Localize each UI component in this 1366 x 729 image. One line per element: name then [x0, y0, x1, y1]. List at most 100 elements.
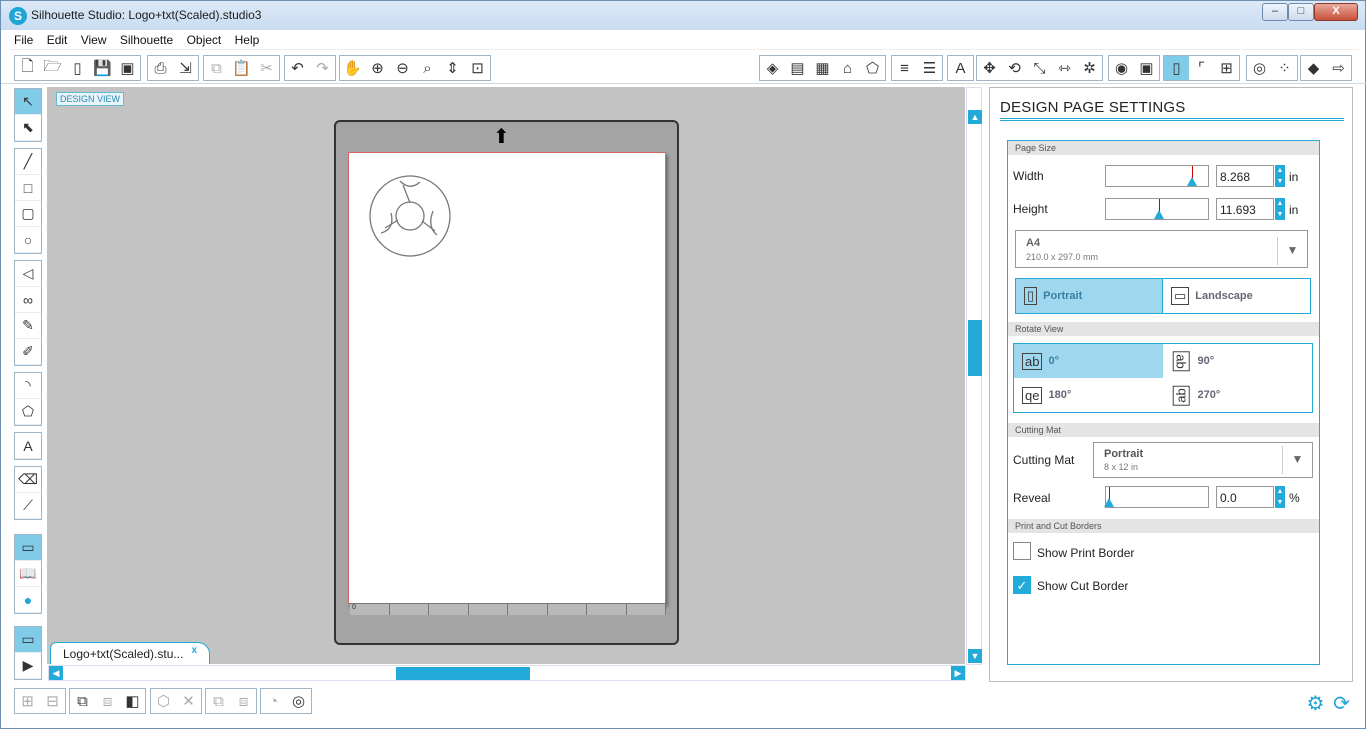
shapes-library-icon[interactable]: ⬠ [860, 56, 885, 80]
align-icon[interactable]: ✥ [977, 56, 1002, 80]
cut-settings-icon[interactable]: ◎ [1247, 56, 1272, 80]
print-icon[interactable]: ⎙ [148, 56, 173, 80]
refresh-icon[interactable]: ⟳ [1329, 691, 1354, 715]
registration-marks-icon[interactable]: ⌜ [1189, 56, 1214, 80]
reveal-slider[interactable] [1104, 486, 1209, 508]
width-slider-handle[interactable] [1187, 177, 1197, 186]
open-file-icon[interactable]: 🗁 [40, 56, 65, 80]
copy-icon[interactable]: ⧉ [204, 56, 229, 80]
maximize-button[interactable]: □ [1288, 3, 1314, 21]
knife-tool-icon[interactable]: ⟋ [15, 493, 41, 519]
menu-silhouette[interactable]: Silhouette [115, 31, 178, 49]
width-spinner[interactable]: ▲ ▼ [1275, 165, 1285, 187]
grid-settings-icon[interactable]: ⊞ [1214, 56, 1239, 80]
fill-color-icon[interactable]: ◈ [760, 56, 785, 80]
weld-icon[interactable]: ⬡ [151, 689, 176, 713]
scale-icon[interactable]: ⤡ [1027, 56, 1052, 80]
menu-object[interactable]: Object [182, 31, 227, 49]
send-to-cutter-icon[interactable]: ⇲ [173, 56, 198, 80]
smooth-freehand-icon[interactable]: ✐ [15, 339, 41, 365]
curve-tool-icon[interactable]: ∞ [15, 287, 41, 313]
pattern-fill-icon[interactable]: ▦ [810, 56, 835, 80]
send-to-back-icon[interactable]: ⧈ [231, 689, 256, 713]
menu-file[interactable]: File [9, 31, 38, 49]
arc-tool-icon[interactable]: ◝ [15, 373, 41, 399]
delete-icon[interactable]: ✕ [176, 689, 201, 713]
menu-view[interactable]: View [76, 31, 112, 49]
settings-gear-icon[interactable]: ⚙ [1303, 691, 1328, 715]
sketch-icon[interactable]: ⌂ [835, 56, 860, 80]
rotate-0-button[interactable]: ab 0° [1014, 344, 1163, 378]
minimize-button[interactable]: – [1262, 3, 1288, 21]
design-page[interactable] [348, 152, 666, 604]
drag-zoom-icon[interactable]: ⇕ [440, 56, 465, 80]
vertical-scrollbar[interactable]: ▲ ▼ [966, 87, 982, 665]
height-input[interactable]: 11.693 [1216, 198, 1274, 220]
logo-shape[interactable] [367, 173, 453, 259]
portrait-button[interactable]: ▯ Portrait [1016, 279, 1163, 313]
menu-help[interactable]: Help [230, 31, 265, 49]
text-style-icon[interactable]: A [948, 56, 973, 80]
close-window-button[interactable]: X [1314, 3, 1358, 21]
cut-icon[interactable]: ✂ [254, 56, 279, 80]
eraser-send-icon[interactable]: ◆ [1301, 56, 1326, 80]
reveal-input[interactable]: 0.0 [1216, 486, 1274, 508]
ungroup-icon[interactable]: ⊟ [40, 689, 65, 713]
zoom-in-icon[interactable]: ⊕ [365, 56, 390, 80]
reveal-slider-handle[interactable] [1104, 498, 1114, 507]
scroll-left-arrow-icon[interactable]: ◀ [49, 666, 63, 680]
group-icon[interactable]: ⊞ [15, 689, 40, 713]
scroll-down-arrow-icon[interactable]: ▼ [968, 649, 982, 663]
offset-bottom-icon[interactable]: ◎ [286, 689, 311, 713]
text-tool-icon[interactable]: A [15, 433, 41, 459]
make-compound-icon[interactable]: ⧉ [70, 689, 95, 713]
reveal-spinner[interactable]: ▲ ▼ [1275, 486, 1285, 508]
line-color-icon[interactable]: ≡ [892, 56, 917, 80]
height-slider[interactable] [1105, 198, 1209, 220]
release-compound-icon[interactable]: ⧈ [95, 689, 120, 713]
polygon-tool-icon[interactable]: ◁ [15, 261, 41, 287]
send-backward-icon[interactable]: ⧉ [206, 689, 231, 713]
modify-icon[interactable]: ◔ [261, 689, 286, 713]
redo-icon[interactable]: ↷ [310, 56, 335, 80]
fit-to-window-icon[interactable]: ⊡ [465, 56, 490, 80]
rotate-90-button[interactable]: ab 90° [1163, 344, 1312, 378]
new-file-icon[interactable]: 🗋 [15, 56, 40, 80]
pan-hand-icon[interactable]: ✋ [340, 56, 365, 80]
close-tab-icon[interactable]: x [191, 645, 197, 656]
trace-icon[interactable]: ◉ [1109, 56, 1134, 80]
play-icon[interactable]: ▶ [15, 653, 41, 679]
vertical-scroll-thumb[interactable] [968, 320, 982, 376]
zoom-out-icon[interactable]: ⊖ [390, 56, 415, 80]
horizontal-scroll-thumb[interactable] [396, 667, 530, 680]
window-mode-icon[interactable]: ▭ [15, 627, 41, 653]
menu-edit[interactable]: Edit [42, 31, 73, 49]
select-arrow-icon[interactable]: ↖ [15, 89, 41, 115]
design-view-icon[interactable]: ▭ [15, 535, 41, 561]
zoom-select-icon[interactable]: ⌕ [415, 56, 440, 80]
show-print-border-checkbox[interactable] [1013, 542, 1031, 560]
page-size-dropdown[interactable]: A4 210.0 x 297.0 mm ▼ [1015, 230, 1308, 268]
scroll-up-arrow-icon[interactable]: ▲ [968, 110, 982, 124]
eraser-tool-icon[interactable]: ⌫ [15, 467, 41, 493]
point-edit-icon[interactable]: ⬉ [15, 115, 41, 141]
design-canvas[interactable]: DESIGN VIEW ⬆ 0 [47, 87, 965, 664]
line-tool-icon[interactable]: ╱ [15, 149, 41, 175]
width-input[interactable]: 8.268 [1216, 165, 1274, 187]
page-settings-icon[interactable]: ▯ [1164, 56, 1189, 80]
regular-polygon-icon[interactable]: ⬠ [15, 399, 41, 425]
rectangle-tool-icon[interactable]: □ [15, 175, 41, 201]
rotate-180-button[interactable]: qe 180° [1014, 378, 1163, 412]
chevron-down-icon[interactable]: ▼ [1277, 237, 1307, 265]
replicate-icon[interactable]: ✲ [1077, 56, 1102, 80]
freehand-tool-icon[interactable]: ✎ [15, 313, 41, 339]
store-view-icon[interactable]: ● [15, 587, 41, 613]
landscape-button[interactable]: ▭ Landscape [1163, 279, 1310, 313]
show-cut-border-checkbox[interactable]: ✓ [1013, 576, 1031, 594]
horizontal-scrollbar[interactable]: ◀ ▶ [48, 665, 966, 681]
silhouette-send-icon[interactable]: ⇨ [1326, 56, 1351, 80]
rotate-icon[interactable]: ⟲ [1002, 56, 1027, 80]
scroll-right-arrow-icon[interactable]: ▶ [951, 666, 965, 680]
save-to-library-icon[interactable]: ▣ [115, 56, 140, 80]
ellipse-tool-icon[interactable]: ○ [15, 227, 41, 253]
